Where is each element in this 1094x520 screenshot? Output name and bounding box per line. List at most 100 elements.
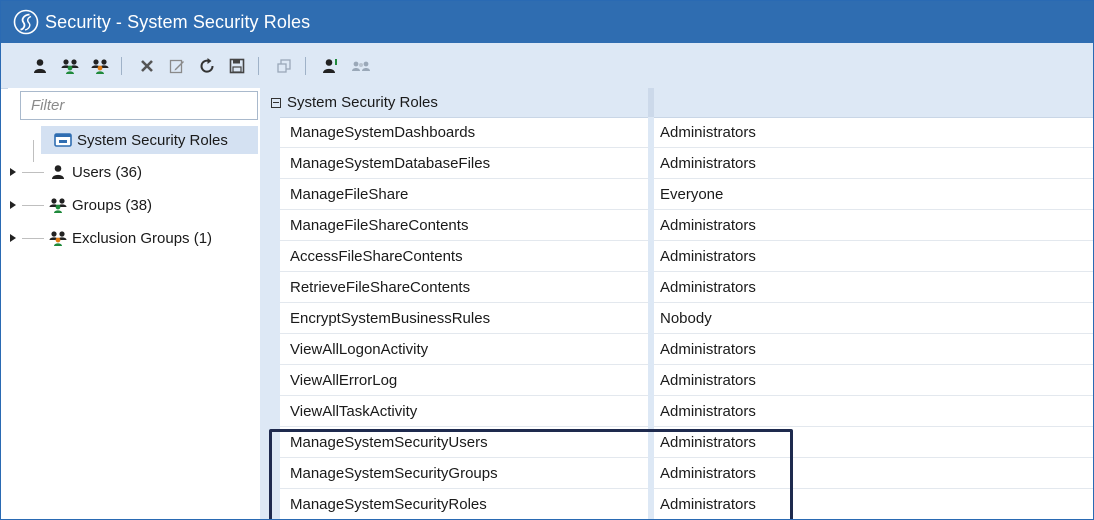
- role-value-cell[interactable]: Administrators: [660, 489, 756, 519]
- grid-group-header: System Security Roles: [267, 88, 1093, 118]
- add-group-button[interactable]: [57, 51, 83, 81]
- add-user-button[interactable]: [27, 51, 53, 81]
- role-value-cell[interactable]: Administrators: [660, 272, 756, 303]
- roles-icon: [53, 131, 73, 149]
- collapse-icon[interactable]: [271, 97, 281, 108]
- toolbar-separator: [305, 56, 306, 75]
- tree-panel: System Security Roles Users (36) Groups …: [8, 88, 260, 519]
- group-header-label: System Security Roles: [287, 94, 438, 111]
- role-name-cell: ViewAllLogonActivity: [290, 341, 429, 358]
- tree-item-label: Groups (38): [72, 196, 153, 214]
- table-row[interactable]: ManageSystemSecurityUsers Administrators: [280, 427, 1093, 458]
- role-value-cell[interactable]: Administrators: [660, 334, 756, 365]
- tree-item-groups[interactable]: Groups (38): [8, 191, 152, 219]
- expand-icon[interactable]: [8, 200, 18, 210]
- toolbar: [1, 43, 1093, 89]
- column-divider: [648, 241, 654, 272]
- filter-input[interactable]: [20, 91, 258, 120]
- expand-icon[interactable]: [8, 233, 18, 243]
- column-divider: [648, 272, 654, 303]
- table-row[interactable]: AccessFileShareContents Administrators: [280, 241, 1093, 272]
- role-value-cell[interactable]: Everyone: [660, 179, 723, 210]
- toolbar-separator: [258, 56, 259, 75]
- table-row[interactable]: ViewAllErrorLog Administrators: [280, 365, 1093, 396]
- column-divider: [648, 88, 654, 117]
- role-name-cell: ManageSystemSecurityUsers: [290, 434, 488, 451]
- group-header-cell[interactable]: System Security Roles: [267, 88, 438, 117]
- column-divider: [648, 334, 654, 365]
- role-value-cell[interactable]: Administrators: [660, 241, 756, 272]
- table-row[interactable]: ManageSystemSecurityRoles Administrators: [280, 489, 1093, 519]
- column-divider: [648, 210, 654, 241]
- role-name-cell: ViewAllErrorLog: [290, 372, 398, 389]
- tree-connector: [22, 204, 44, 206]
- add-exclusion-group-button[interactable]: [87, 51, 113, 81]
- role-name-cell: ManageSystemDatabaseFiles: [290, 155, 491, 172]
- group-icon: [48, 196, 68, 214]
- role-value-cell[interactable]: Administrators: [660, 458, 756, 489]
- role-name-cell: AccessFileShareContents: [290, 248, 463, 265]
- role-name-cell: ManageSystemSecurityGroups: [290, 465, 498, 482]
- table-row[interactable]: ManageFileShare Everyone: [280, 179, 1093, 210]
- role-value-cell[interactable]: Administrators: [660, 396, 756, 427]
- tree-item-label: Users (36): [72, 163, 143, 181]
- refresh-icon: [200, 57, 214, 73]
- column-divider: [648, 179, 654, 210]
- tree-connector: [22, 171, 44, 173]
- user-properties-button[interactable]: [318, 51, 344, 81]
- role-value-cell[interactable]: Administrators: [660, 427, 756, 458]
- title-bar: Security - System Security Roles: [1, 1, 1093, 43]
- copy-icon: [277, 58, 291, 73]
- exclusion-group-icon: [91, 58, 109, 74]
- save-icon: [229, 58, 245, 73]
- panel-splitter[interactable]: [260, 88, 267, 519]
- table-row[interactable]: RetrieveFileShareContents Administrators: [280, 272, 1093, 303]
- table-row[interactable]: ViewAllLogonActivity Administrators: [280, 334, 1093, 365]
- refresh-button[interactable]: [194, 51, 220, 81]
- row-indent-gutter: [267, 117, 280, 519]
- user-icon: [48, 163, 68, 181]
- role-value-cell[interactable]: Administrators: [660, 365, 756, 396]
- tree-item-system-security-roles[interactable]: System Security Roles: [41, 126, 258, 154]
- role-name-cell: ManageFileShare: [290, 186, 409, 203]
- role-value-cell[interactable]: Nobody: [660, 303, 712, 334]
- delete-button[interactable]: [134, 51, 160, 81]
- exclusion-group-icon: [48, 229, 68, 247]
- role-value-cell[interactable]: Administrators: [660, 148, 756, 179]
- table-row[interactable]: ManageSystemDatabaseFiles Administrators: [280, 148, 1093, 179]
- role-name-cell: ManageFileShareContents: [290, 217, 469, 234]
- group-members-button[interactable]: [348, 51, 374, 81]
- tree-item-users[interactable]: Users (36): [8, 158, 142, 186]
- column-divider: [648, 427, 654, 458]
- role-name-cell: ViewAllTaskActivity: [290, 403, 418, 420]
- table-row[interactable]: ManageSystemSecurityGroups Administrators: [280, 458, 1093, 489]
- save-button[interactable]: [224, 51, 250, 81]
- table-row[interactable]: ViewAllTaskActivity Administrators: [280, 396, 1093, 427]
- tree-connector: [22, 237, 44, 239]
- toolbar-separator: [121, 56, 122, 75]
- edit-icon: [169, 59, 184, 73]
- tree-item-label: System Security Roles: [77, 131, 228, 149]
- edit-button[interactable]: [164, 51, 190, 81]
- user-icon: [34, 58, 46, 73]
- column-divider: [648, 458, 654, 489]
- group-members-icon: [352, 61, 370, 71]
- tree-item-label: Exclusion Groups (1): [72, 229, 213, 247]
- column-divider: [648, 148, 654, 179]
- close-icon: [141, 59, 153, 72]
- expand-icon[interactable]: [8, 167, 18, 177]
- user-properties-icon: [323, 58, 337, 73]
- role-name-cell: ManageSystemSecurityRoles: [290, 496, 487, 513]
- role-value-cell[interactable]: Administrators: [660, 210, 756, 241]
- role-name-cell: ManageSystemDashboards: [290, 124, 476, 141]
- copy-button[interactable]: [271, 51, 297, 81]
- tree-item-exclusion-groups[interactable]: Exclusion Groups (1): [8, 224, 212, 252]
- table-row[interactable]: ManageSystemDashboards Administrators: [280, 117, 1093, 148]
- role-value-cell[interactable]: Administrators: [660, 117, 756, 148]
- app-logo-icon: [13, 9, 39, 35]
- role-name-cell: RetrieveFileShareContents: [290, 279, 471, 296]
- group-icon: [61, 58, 79, 74]
- table-row[interactable]: EncryptSystemBusinessRules Nobody: [280, 303, 1093, 334]
- column-divider: [648, 303, 654, 334]
- table-row[interactable]: ManageFileShareContents Administrators: [280, 210, 1093, 241]
